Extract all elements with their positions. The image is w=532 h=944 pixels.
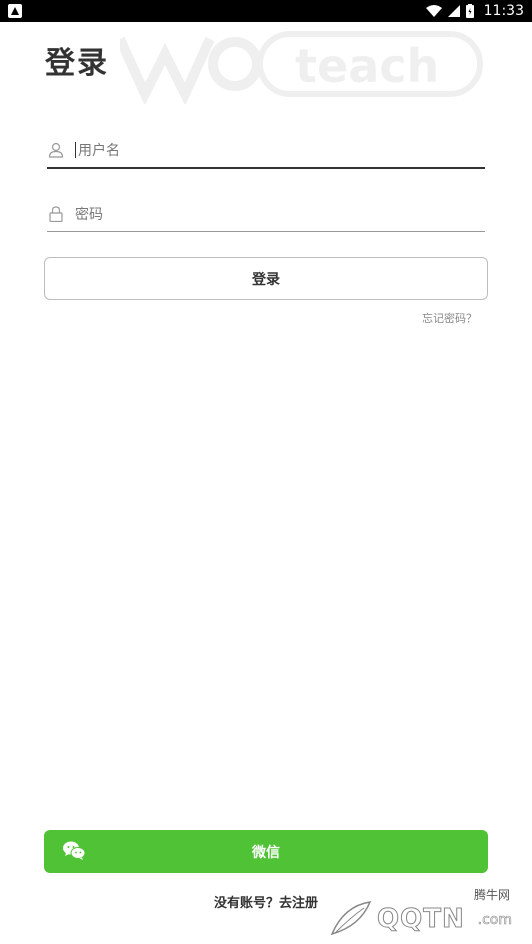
username-field[interactable]: 用户名 — [47, 133, 485, 169]
status-icons: 11:33 — [425, 3, 524, 19]
wechat-login-button[interactable]: 微信 — [44, 830, 488, 873]
lock-icon — [47, 205, 65, 223]
page-title: 登录 — [45, 46, 109, 81]
signal-icon — [447, 5, 460, 17]
username-input[interactable]: 用户名 — [78, 140, 120, 160]
text-caret — [75, 142, 76, 158]
wechat-label: 微信 — [252, 844, 280, 861]
wechat-icon — [63, 841, 86, 860]
password-input[interactable]: 密码 — [75, 204, 103, 224]
password-field[interactable]: 密码 — [47, 196, 485, 232]
status-time: 11:33 — [483, 3, 524, 19]
watermark-logo: teach — [120, 31, 483, 104]
logo-big-text: QQTN — [377, 904, 465, 935]
status-bar: 11:33 — [0, 0, 532, 22]
notification-icon — [8, 4, 22, 18]
logo-small-text: 腾牛网 — [473, 888, 510, 902]
user-icon — [47, 141, 65, 159]
wifi-icon — [425, 5, 442, 17]
logo-com-text: .com — [477, 912, 512, 929]
forgot-password-link[interactable]: 忘记密码？ — [422, 310, 477, 326]
login-button[interactable]: 登录 — [44, 257, 488, 300]
qqtn-leaf-icon — [330, 901, 372, 936]
qqtn-logo: 腾牛网 QQTN .com — [322, 886, 522, 944]
battery-icon — [465, 4, 474, 18]
watermark-text: teach — [295, 39, 439, 93]
